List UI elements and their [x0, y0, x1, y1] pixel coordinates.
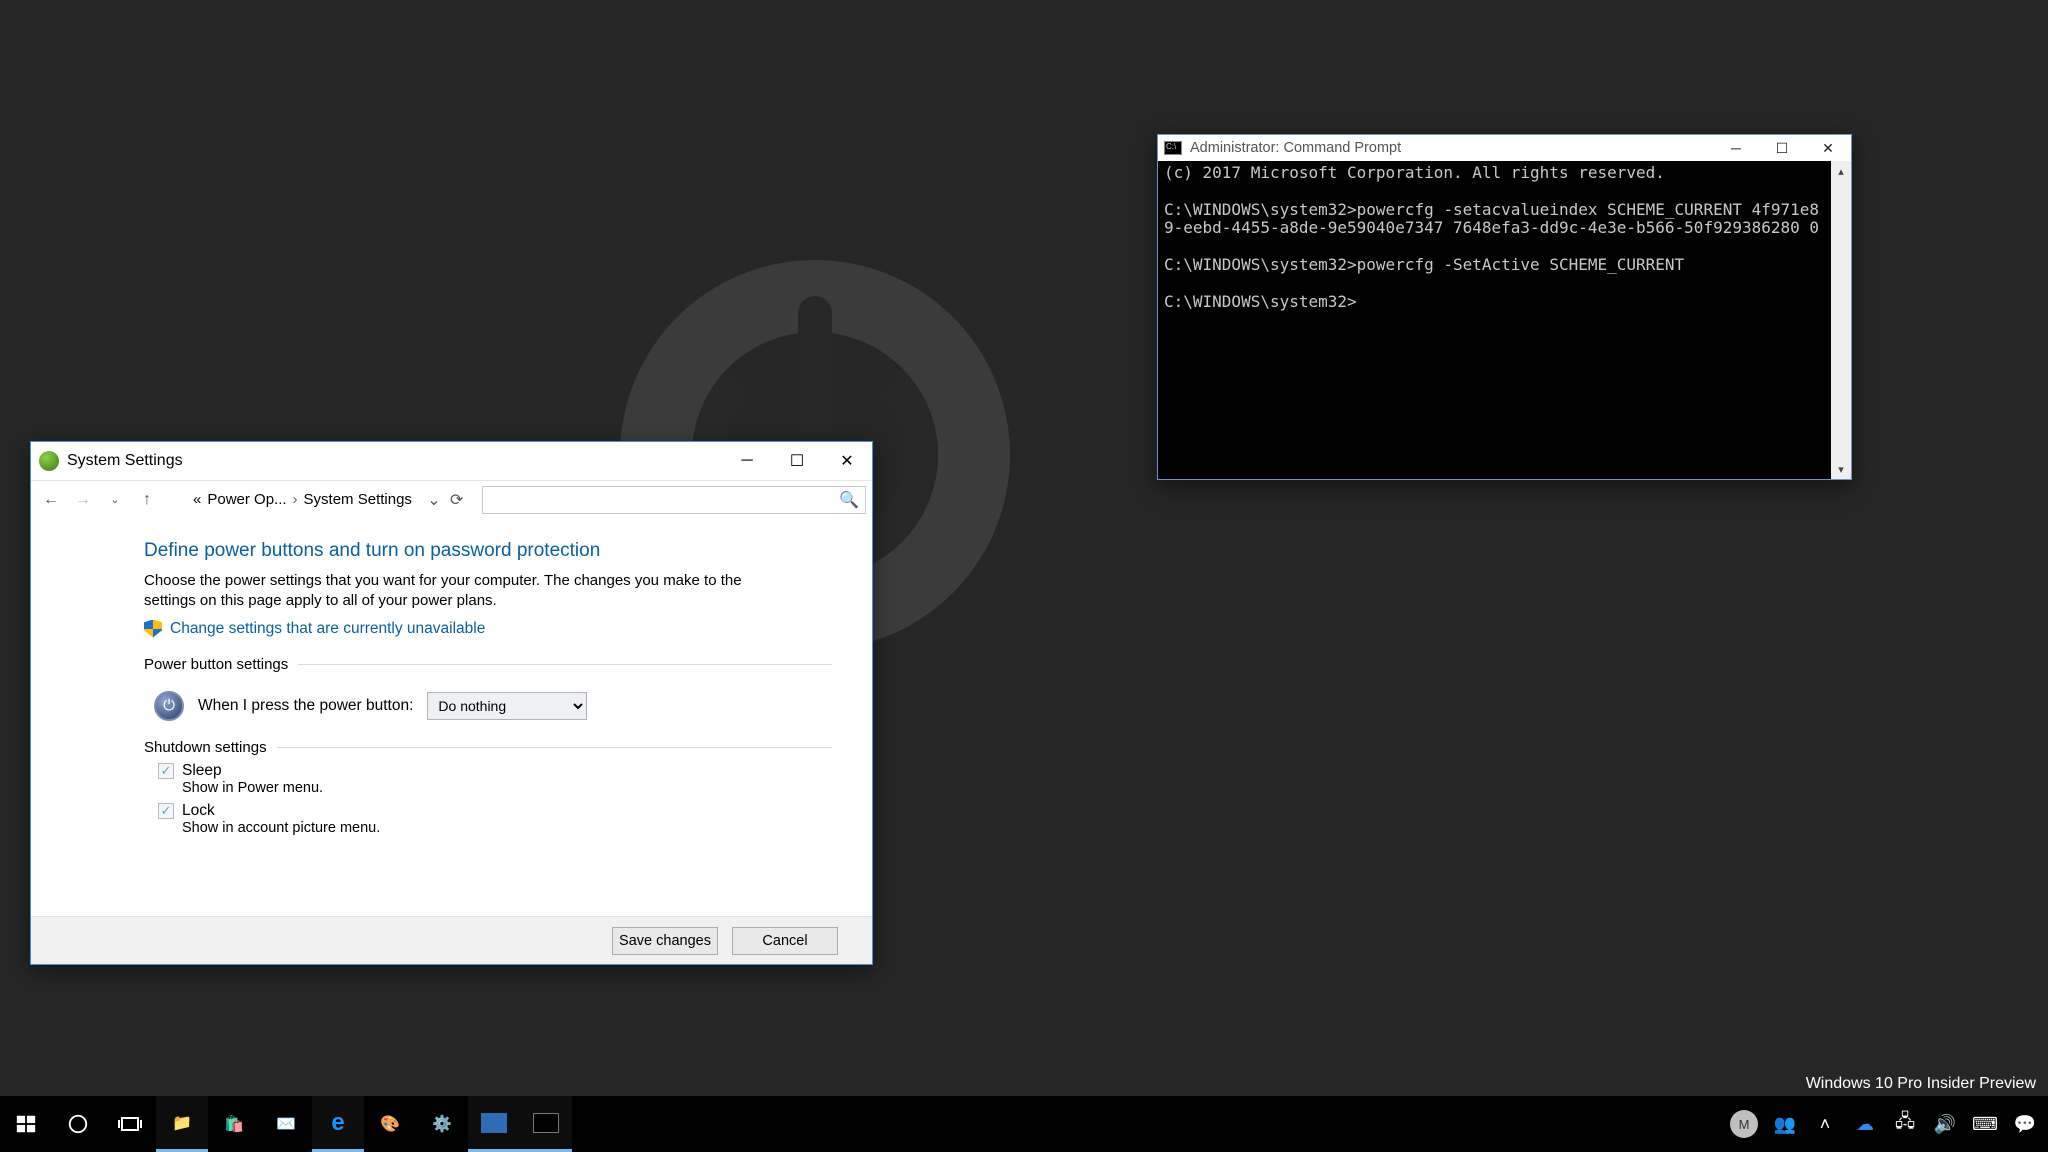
- search-input[interactable]: 🔍: [482, 486, 866, 514]
- window-controls: ─ ☐ ✕: [722, 442, 872, 480]
- sleep-checkbox[interactable]: ✓: [158, 763, 174, 779]
- edge-icon: e: [326, 1111, 350, 1135]
- breadcrumb-prefix: «: [193, 491, 201, 508]
- taskbar-app-store[interactable]: 🛍️: [208, 1096, 260, 1152]
- search-icon: 🔍: [839, 490, 859, 510]
- save-button[interactable]: Save changes: [612, 927, 718, 955]
- windows-icon: [14, 1112, 38, 1136]
- uac-shield-icon: [144, 620, 162, 638]
- keyboard-icon[interactable]: ⌨: [1972, 1114, 1998, 1135]
- onedrive-icon[interactable]: ☁: [1852, 1114, 1878, 1135]
- back-button[interactable]: ←: [37, 486, 65, 514]
- cmd-window-title: Administrator: Command Prompt: [1190, 140, 1401, 156]
- sleep-label: Sleep: [182, 762, 222, 780]
- divider: [277, 747, 832, 748]
- power-options-icon: [39, 451, 59, 471]
- settings-titlebar[interactable]: System Settings ─ ☐ ✕: [31, 442, 872, 480]
- forward-button[interactable]: →: [69, 486, 97, 514]
- lock-checkbox[interactable]: ✓: [158, 803, 174, 819]
- group-power-button-settings: Power button settings: [144, 656, 288, 673]
- command-prompt-window: Administrator: Command Prompt ─ ☐ ✕ (c) …: [1157, 134, 1852, 480]
- paint-icon: 🎨: [378, 1112, 402, 1136]
- control-panel-icon: [481, 1113, 507, 1133]
- gear-icon: ⚙️: [430, 1112, 454, 1136]
- taskbar-app-power-options[interactable]: [468, 1096, 520, 1152]
- address-dropdown-icon[interactable]: ⌄: [422, 490, 446, 510]
- taskbar: 📁 🛍️ ✉️ e 🎨 ⚙️ M 👥 ˄ ☁ 🖧 🔊 ⌨ 💬: [0, 1096, 2048, 1152]
- scroll-up-icon[interactable]: ▴: [1831, 161, 1851, 181]
- maximize-button[interactable]: ☐: [772, 442, 822, 480]
- start-button[interactable]: [0, 1096, 52, 1152]
- sleep-sub: Show in Power menu.: [182, 780, 832, 796]
- lock-label: Lock: [182, 802, 215, 820]
- breadcrumb-icon: [165, 491, 183, 509]
- taskbar-app-settings[interactable]: ⚙️: [416, 1096, 468, 1152]
- network-icon[interactable]: 🖧: [1892, 1109, 1918, 1139]
- cmd-titlebar[interactable]: Administrator: Command Prompt ─ ☐ ✕: [1158, 135, 1851, 161]
- breadcrumb[interactable]: « Power Op... › System Settings: [187, 491, 418, 508]
- breadcrumb-item-system[interactable]: System Settings: [304, 491, 412, 508]
- cmd-icon: [1164, 141, 1182, 155]
- group-shutdown-settings: Shutdown settings: [144, 739, 267, 756]
- people-icon[interactable]: 👥: [1772, 1114, 1798, 1135]
- taskbar-app-paint[interactable]: 🎨: [364, 1096, 416, 1152]
- taskbar-app-edge[interactable]: e: [312, 1096, 364, 1152]
- store-icon: 🛍️: [222, 1112, 246, 1136]
- recent-dropdown-icon[interactable]: ⌄: [101, 486, 129, 514]
- lock-sub: Show in account picture menu.: [182, 820, 832, 836]
- scroll-down-icon[interactable]: ▾: [1831, 459, 1851, 479]
- page-heading: Define power buttons and turn on passwor…: [144, 540, 832, 562]
- cmd-icon: [533, 1113, 559, 1133]
- power-button-icon: ⏻: [154, 691, 184, 721]
- close-button[interactable]: ✕: [1805, 135, 1851, 161]
- taskbar-app-cmd[interactable]: [520, 1096, 572, 1152]
- cmd-output[interactable]: (c) 2017 Microsoft Corporation. All righ…: [1158, 161, 1831, 479]
- cmd-scrollbar[interactable]: ▴ ▾: [1831, 161, 1851, 479]
- refresh-button[interactable]: ⟳: [450, 490, 472, 510]
- volume-icon[interactable]: 🔊: [1932, 1114, 1958, 1135]
- settings-window-title: System Settings: [67, 452, 183, 470]
- task-view-button[interactable]: [104, 1096, 156, 1152]
- user-avatar[interactable]: M: [1730, 1110, 1758, 1138]
- settings-content: Define power buttons and turn on passwor…: [31, 518, 872, 916]
- taskbar-app-mail[interactable]: ✉️: [260, 1096, 312, 1152]
- close-button[interactable]: ✕: [822, 442, 872, 480]
- minimize-button[interactable]: ─: [722, 442, 772, 480]
- circle-icon: [66, 1112, 90, 1136]
- maximize-button[interactable]: ☐: [1759, 135, 1805, 161]
- minimize-button[interactable]: ─: [1713, 135, 1759, 161]
- dialog-button-row: Save changes Cancel: [31, 916, 872, 964]
- power-button-label: When I press the power button:: [198, 697, 413, 715]
- folder-icon: 📁: [170, 1111, 194, 1135]
- action-center-icon[interactable]: 💬: [2012, 1114, 2038, 1135]
- chevron-right-icon: ›: [293, 491, 298, 508]
- tray-chevron-icon[interactable]: ˄: [1812, 1114, 1838, 1135]
- system-settings-window: System Settings ─ ☐ ✕ ← → ⌄ ↑ « Power Op…: [30, 441, 873, 965]
- cancel-button[interactable]: Cancel: [732, 927, 838, 955]
- mail-icon: ✉️: [274, 1112, 298, 1136]
- task-view-icon: [118, 1112, 142, 1136]
- breadcrumb-item-power[interactable]: Power Op...: [207, 491, 286, 508]
- divider: [298, 664, 832, 665]
- taskbar-app-file-explorer[interactable]: 📁: [156, 1096, 208, 1152]
- explorer-nav-bar: ← → ⌄ ↑ « Power Op... › System Settings …: [31, 480, 872, 518]
- page-description: Choose the power settings that you want …: [144, 571, 744, 612]
- window-controls: ─ ☐ ✕: [1713, 135, 1851, 161]
- cortana-button[interactable]: [52, 1096, 104, 1152]
- change-settings-link[interactable]: Change settings that are currently unava…: [170, 620, 485, 638]
- up-button[interactable]: ↑: [133, 486, 161, 514]
- watermark-line1: Windows 10 Pro Insider Preview: [1630, 1074, 2036, 1094]
- power-button-action-select[interactable]: Do nothing: [427, 692, 587, 720]
